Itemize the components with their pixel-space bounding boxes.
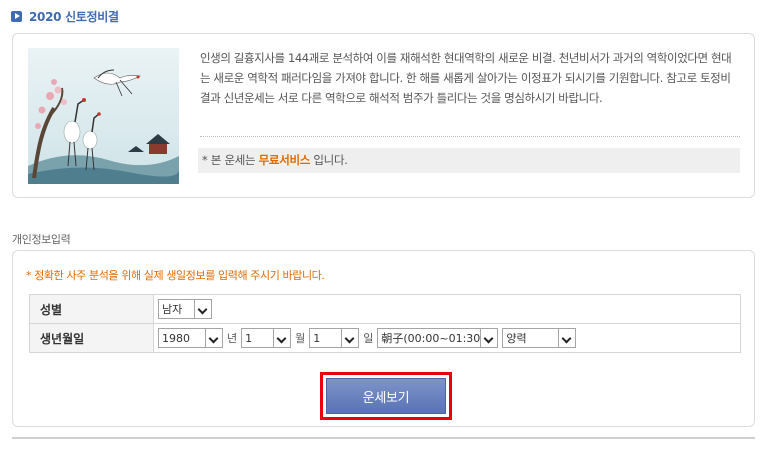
- gender-row: 성별 남자: [29, 294, 741, 324]
- birth-label: 생년월일: [29, 323, 154, 353]
- bottom-divider: [12, 437, 755, 439]
- chevron-down-icon: [273, 329, 291, 347]
- year-unit: 년: [227, 332, 238, 345]
- birth-time-value: 朝子(00:00~01:30): [381, 332, 481, 345]
- calendar-type-select[interactable]: 양력: [502, 328, 577, 348]
- personal-info-form: * 정확한 사주 분석을 위해 실제 생일정보를 입력해 주시기 바랍니다. 성…: [12, 250, 755, 427]
- chevron-down-icon: [341, 329, 359, 347]
- year-select[interactable]: 1980: [158, 328, 223, 348]
- input-table: 성별 남자 생년월일 1980 년 1 월 1 일 朝子(00:00~01:30…: [29, 294, 741, 353]
- day-value: 1: [313, 331, 321, 345]
- year-value: 1980: [162, 331, 190, 345]
- month-select[interactable]: 1: [241, 328, 292, 348]
- chevron-down-icon: [194, 300, 211, 318]
- gender-select[interactable]: 남자: [158, 299, 212, 319]
- birth-row: 생년월일 1980 년 1 월 1 일 朝子(00:00~01:30) 양력: [29, 323, 741, 353]
- view-fortune-button[interactable]: 운세보기: [326, 378, 446, 414]
- intro-description: 인생의 길흉지사를 144괘로 분석하여 이를 재해석한 현대역학의 새로운 비…: [200, 51, 732, 105]
- form-notice: * 정확한 사주 분석을 위해 실제 생일정보를 입력해 주시기 바랍니다.: [26, 269, 325, 282]
- free-service-notice: * 본 운세는 무료서비스 입니다.: [198, 148, 740, 173]
- section-title: 개인정보입력: [12, 233, 71, 246]
- birth-cell: 1980 년 1 월 1 일 朝子(00:00~01:30) 양력: [153, 323, 741, 353]
- submit-highlight-frame: 운세보기: [320, 372, 452, 420]
- intro-panel: 인생의 길흉지사를 144괘로 분석하여 이를 재해석한 현대역학의 새로운 비…: [12, 33, 755, 198]
- divider: [200, 136, 740, 137]
- bullet-arrow-icon: [11, 10, 22, 22]
- birth-time-select[interactable]: 朝子(00:00~01:30): [377, 328, 499, 348]
- notice-prefix: * 본 운세는: [202, 153, 259, 167]
- day-unit: 일: [363, 332, 374, 345]
- month-unit: 월: [295, 332, 306, 345]
- gender-value: 남자: [162, 303, 183, 316]
- gender-cell: 남자: [153, 294, 741, 324]
- notice-highlight: 무료서비스: [258, 153, 311, 167]
- crane-illustration-image: [28, 48, 179, 184]
- day-select[interactable]: 1: [309, 328, 360, 348]
- gender-label: 성별: [29, 294, 154, 324]
- page-header: 2020 신토정비결: [11, 7, 119, 25]
- notice-suffix: 입니다.: [310, 153, 348, 167]
- chevron-down-icon: [480, 329, 498, 347]
- chevron-down-icon: [205, 329, 222, 347]
- calendar-type-value: 양력: [506, 332, 527, 345]
- page-title: 2020 신토정비결: [29, 9, 119, 24]
- month-value: 1: [245, 331, 253, 345]
- chevron-down-icon: [558, 329, 576, 347]
